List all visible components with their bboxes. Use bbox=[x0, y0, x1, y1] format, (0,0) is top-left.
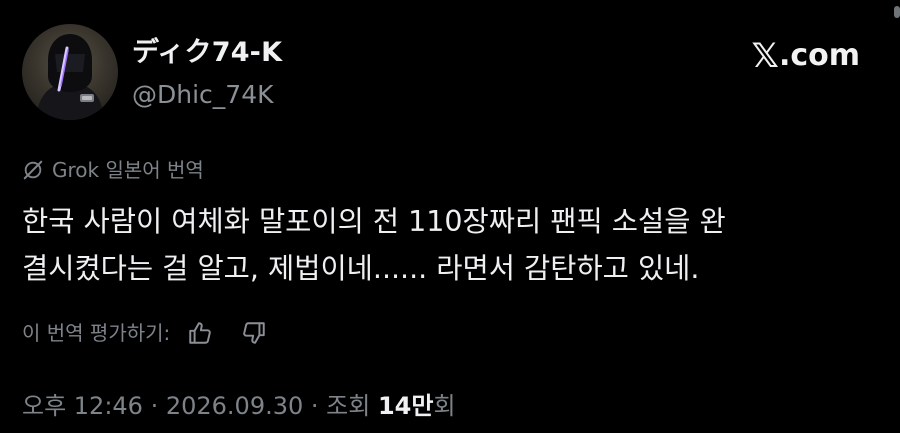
tweet-text-line: 결시켰다는 걸 알고, 제법이네...... 라면서 감탄하고 있네. bbox=[22, 252, 700, 285]
scrollbar-thumb[interactable] bbox=[894, 6, 900, 18]
avatar-image bbox=[36, 34, 104, 120]
translation-rating: 이 번역 평가하기: bbox=[22, 317, 292, 349]
rate-good-button[interactable] bbox=[184, 317, 216, 349]
tweet-text-line: 한국 사람이 여체화 말포이의 전 110장짜리 팬픽 소설을 완 bbox=[22, 205, 726, 238]
translation-label: Grok 일본어 번역 bbox=[52, 158, 204, 182]
rate-bad-button[interactable] bbox=[238, 317, 270, 349]
grok-icon bbox=[23, 160, 43, 180]
rating-label: 이 번역 평가하기: bbox=[22, 321, 171, 345]
x-logo-icon: 𝕏 bbox=[751, 36, 779, 76]
tweet-header: ディク74-K @Dhic_74K 𝕏 .com bbox=[0, 22, 900, 122]
tweet-text: 한국 사람이 여체화 말포이의 전 110장짜리 팬픽 소설을 완 결시켰다는 … bbox=[22, 198, 882, 292]
brand-logo[interactable]: 𝕏 .com bbox=[751, 36, 860, 76]
meta-separator: · bbox=[303, 392, 327, 420]
thumbs-down-icon bbox=[243, 322, 265, 344]
display-name[interactable]: ディク74-K bbox=[132, 36, 282, 70]
brand-domain: .com bbox=[778, 38, 860, 73]
thumbs-up-icon bbox=[189, 322, 212, 344]
views-label: 조회 bbox=[326, 392, 371, 420]
tweet-metadata: 오후 12:46 · 2026.09.30 · 조회 14만회 bbox=[22, 390, 456, 422]
tweet-time[interactable]: 오후 12:46 bbox=[22, 392, 143, 420]
tweet-date[interactable]: 2026.09.30 bbox=[166, 392, 303, 420]
translation-source: Grok 일본어 번역 bbox=[22, 157, 204, 183]
avatar[interactable] bbox=[22, 24, 118, 120]
user-info: ディク74-K @Dhic_74K bbox=[132, 36, 282, 112]
views-count: 14만 bbox=[377, 392, 434, 420]
meta-separator: · bbox=[142, 392, 166, 420]
views-suffix: 회 bbox=[433, 392, 456, 420]
user-handle[interactable]: @Dhic_74K bbox=[132, 78, 282, 112]
